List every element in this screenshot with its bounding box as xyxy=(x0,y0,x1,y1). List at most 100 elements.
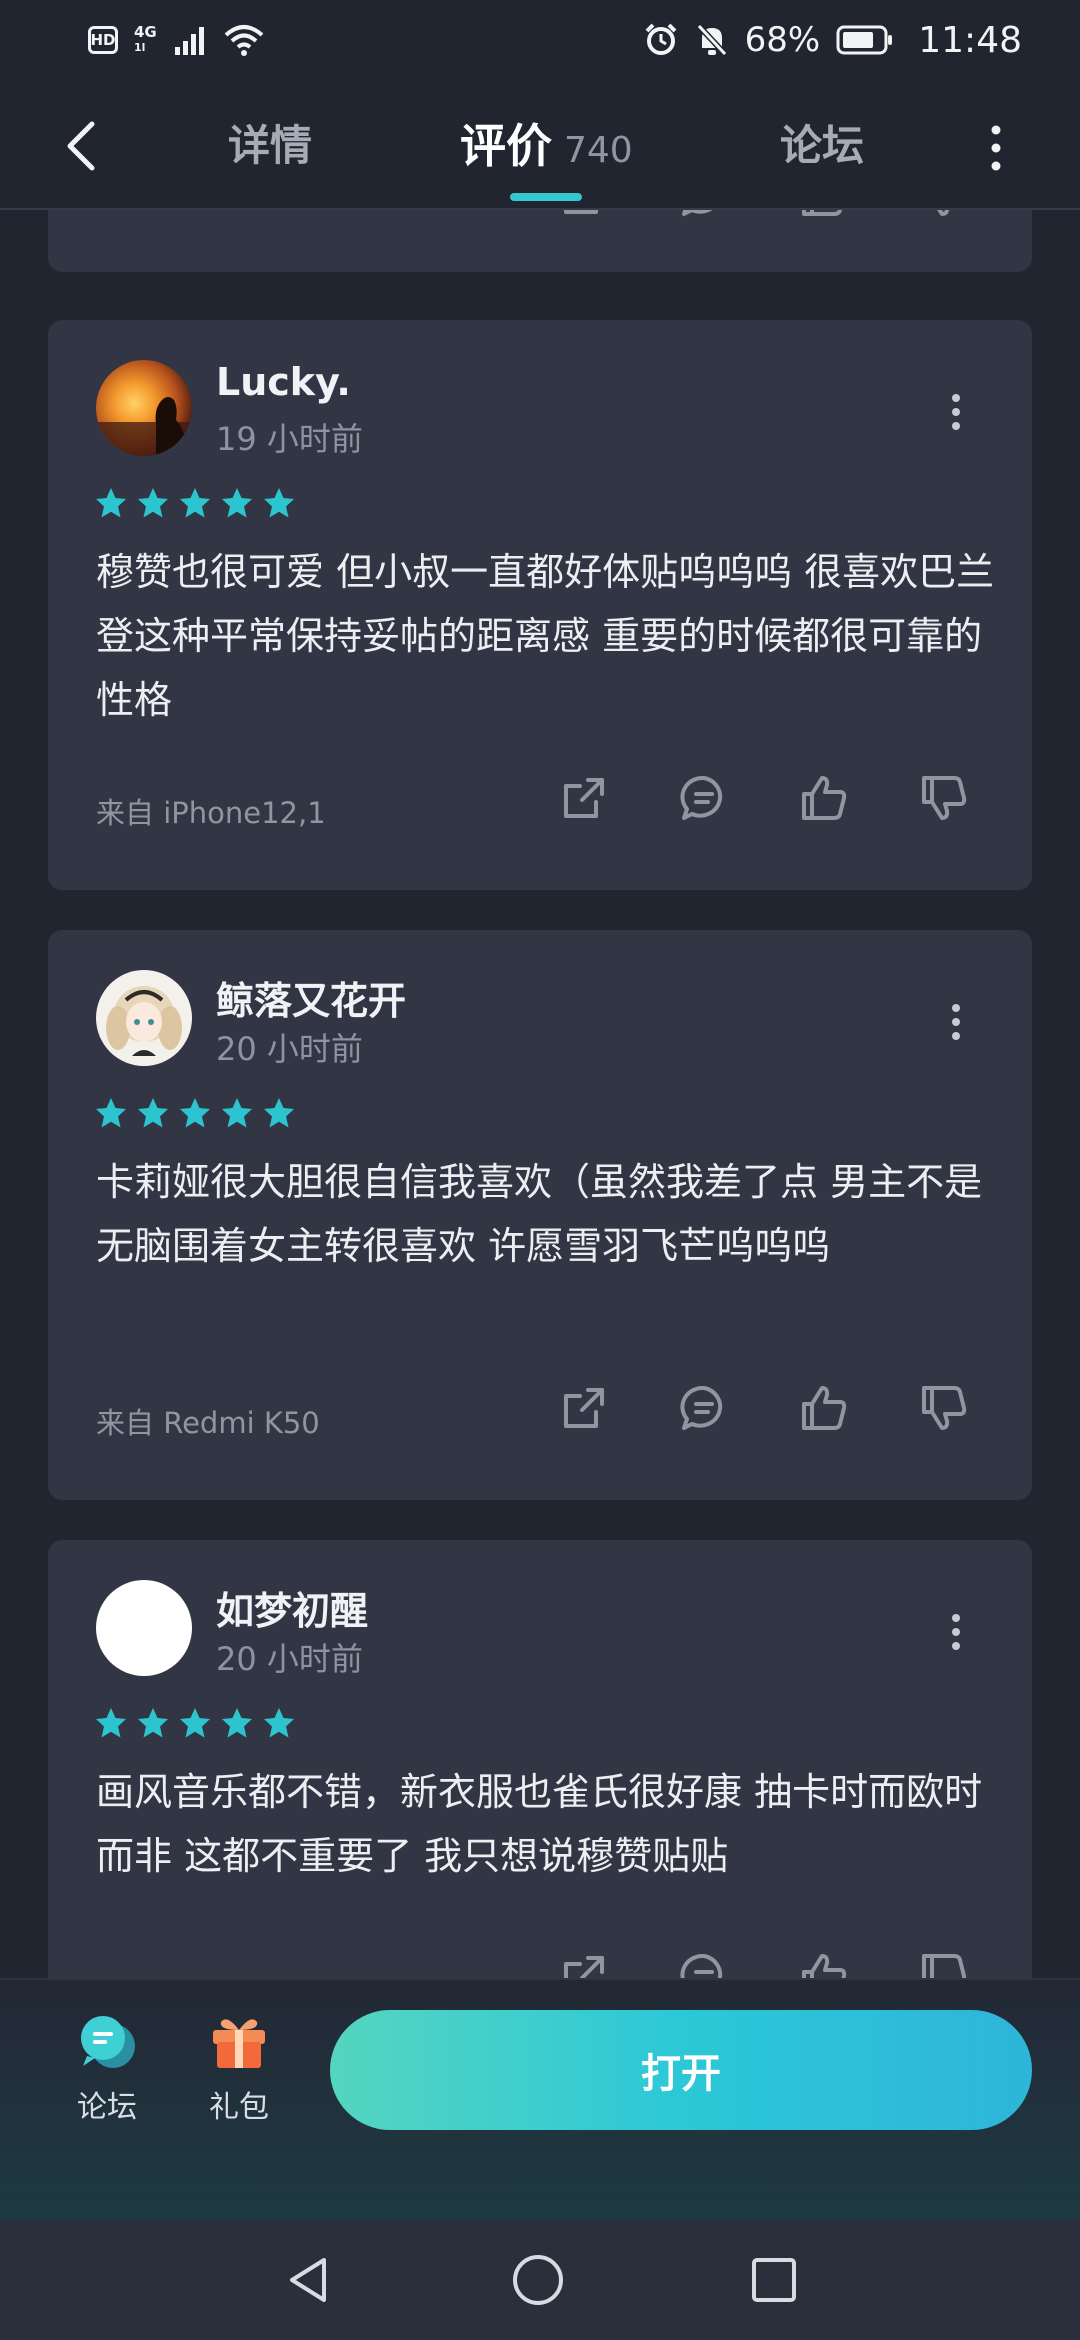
gift-shortcut[interactable]: 礼包 xyxy=(194,2012,284,2126)
open-button[interactable]: 打开 xyxy=(330,2010,1032,2130)
review-actions xyxy=(558,210,970,220)
star-icon xyxy=(264,1708,294,1738)
battery-icon xyxy=(836,25,893,55)
thumbs-down-icon[interactable] xyxy=(918,1382,970,1434)
thumbs-down-icon[interactable] xyxy=(918,772,970,824)
star-icon xyxy=(180,1708,210,1738)
network-sub-label: 1l xyxy=(134,41,146,54)
star-icon xyxy=(180,1098,210,1128)
network-label: 4G xyxy=(134,23,157,41)
comment-icon[interactable] xyxy=(678,1950,730,1978)
review-text[interactable]: 画风音乐都不错，新衣服也雀氏很好康 抽卡时而欧时而非 这都不重要了 我只想说穆赞… xyxy=(96,1760,996,1888)
thumbs-down-icon[interactable] xyxy=(918,1950,970,1978)
active-tab-indicator xyxy=(510,193,582,201)
tab-detail-label: 详情 xyxy=(228,121,313,170)
gift-icon xyxy=(213,2019,265,2068)
more-vertical-icon[interactable] xyxy=(948,392,964,432)
avatar[interactable] xyxy=(96,1580,192,1676)
tab-detail[interactable]: 详情 xyxy=(228,118,312,174)
review-actions xyxy=(558,1382,970,1434)
bottom-action-bar: 论坛 礼包 打开 xyxy=(0,1978,1080,2220)
star-icon xyxy=(96,1708,126,1738)
star-icon xyxy=(222,1708,252,1738)
wifi-icon xyxy=(224,25,264,56)
star-icon xyxy=(222,488,252,518)
forum-label: 论坛 xyxy=(77,2090,137,2125)
share-icon[interactable] xyxy=(558,1950,610,1978)
device-source: 来自 iPhone12,1 xyxy=(96,796,326,830)
tab-reviews-label: 评价 xyxy=(460,119,552,173)
star-icon xyxy=(96,1098,126,1128)
rating-stars xyxy=(94,486,296,520)
gift-label: 礼包 xyxy=(209,2090,269,2125)
rating-stars xyxy=(94,1706,296,1740)
more-vertical-icon[interactable] xyxy=(948,1612,964,1652)
review-card: 如梦初醒 20 小时前 画风音乐都不错，新衣服也雀氏很好康 抽卡时而欧时而非 这… xyxy=(48,1540,1032,1978)
tab-forum-label: 论坛 xyxy=(780,121,865,170)
thumbs-up-icon[interactable] xyxy=(798,1382,850,1434)
review-text[interactable]: 卡莉娅很大胆很自信我喜欢（虽然我差了点 男主不是无脑围着女主转很喜欢 许愿雪羽飞… xyxy=(96,1150,996,1278)
review-card: 鲸落又花开 20 小时前 卡莉娅很大胆很自信我喜欢（虽然我差了点 男主不是无脑围… xyxy=(48,930,1032,1500)
more-vertical-icon[interactable] xyxy=(980,120,1012,176)
alarm-icon xyxy=(645,23,677,55)
star-icon xyxy=(96,488,126,518)
review-time: 20 小时前 xyxy=(216,1640,363,1678)
triangle-back-icon[interactable] xyxy=(280,2252,336,2308)
share-icon[interactable] xyxy=(558,1382,610,1434)
hd-label: HD xyxy=(90,31,116,49)
thumbs-up-icon[interactable] xyxy=(798,772,850,824)
mute-bell-icon xyxy=(696,23,727,57)
signal-icon xyxy=(174,27,204,55)
review-actions xyxy=(558,772,970,824)
review-actions xyxy=(558,1950,970,1978)
app-screen: HD 4G 1l 68% 11:48 详情 评价 740 论坛 Lucky. 1… xyxy=(0,0,1080,2340)
review-time: 20 小时前 xyxy=(216,1030,363,1068)
circle-home-icon[interactable] xyxy=(510,2252,566,2308)
review-count: 740 xyxy=(564,130,633,171)
review-card-partial xyxy=(48,210,1032,272)
tab-reviews[interactable]: 评价 740 xyxy=(460,118,633,179)
rating-stars xyxy=(94,1096,296,1130)
star-icon xyxy=(222,1098,252,1128)
thumbs-down-icon[interactable] xyxy=(918,210,970,220)
review-card: Lucky. 19 小时前 穆赞也很可爱 但小叔一直都好体贴呜呜呜 很喜欢巴兰登… xyxy=(48,320,1032,890)
comment-icon[interactable] xyxy=(678,210,730,220)
square-recent-icon[interactable] xyxy=(746,2252,802,2308)
star-icon xyxy=(138,1098,168,1128)
share-icon[interactable] xyxy=(558,772,610,824)
comment-icon[interactable] xyxy=(678,772,730,824)
star-icon xyxy=(180,488,210,518)
review-time: 19 小时前 xyxy=(216,420,363,458)
network-indicator: 4G 1l xyxy=(134,25,157,55)
avatar[interactable] xyxy=(96,360,192,456)
clock: 11:48 xyxy=(918,19,1022,61)
forum-shortcut[interactable]: 论坛 xyxy=(62,2012,152,2126)
open-button-label: 打开 xyxy=(641,2051,721,2097)
battery-percent: 68% xyxy=(744,20,821,60)
back-icon[interactable] xyxy=(60,118,104,174)
review-feed[interactable]: Lucky. 19 小时前 穆赞也很可爱 但小叔一直都好体贴呜呜呜 很喜欢巴兰登… xyxy=(0,210,1080,1978)
star-icon xyxy=(264,488,294,518)
more-vertical-icon[interactable] xyxy=(948,1002,964,1042)
username[interactable]: 鲸落又花开 xyxy=(216,970,406,1025)
hd-icon: HD xyxy=(88,26,118,54)
username[interactable]: 如梦初醒 xyxy=(216,1580,368,1635)
comment-icon[interactable] xyxy=(678,1382,730,1434)
star-icon xyxy=(138,1708,168,1738)
forum-icon xyxy=(81,2016,135,2068)
star-icon xyxy=(264,1098,294,1128)
top-nav: 详情 评价 740 论坛 xyxy=(0,80,1080,210)
tab-forum[interactable]: 论坛 xyxy=(780,118,864,174)
avatar[interactable] xyxy=(96,970,192,1066)
system-navigation-bar xyxy=(0,2220,1080,2340)
device-source: 来自 Redmi K50 xyxy=(96,1406,320,1440)
thumbs-up-icon[interactable] xyxy=(798,1950,850,1978)
share-icon[interactable] xyxy=(558,210,610,220)
review-text[interactable]: 穆赞也很可爱 但小叔一直都好体贴呜呜呜 很喜欢巴兰登这种平常保持妥帖的距离感 重… xyxy=(96,540,996,732)
status-right: 68% 11:48 xyxy=(643,20,1022,61)
username[interactable]: Lucky. xyxy=(216,360,351,404)
thumbs-up-icon[interactable] xyxy=(798,210,850,220)
star-icon xyxy=(138,488,168,518)
status-left: HD 4G 1l xyxy=(88,23,265,57)
status-bar: HD 4G 1l 68% 11:48 xyxy=(0,0,1080,80)
